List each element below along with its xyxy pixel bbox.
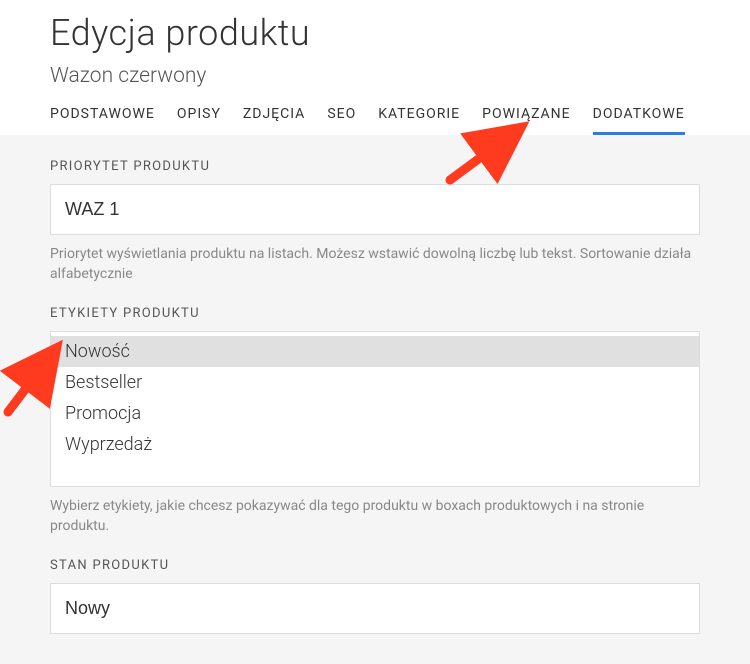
tab-seo[interactable]: SEO xyxy=(327,106,356,135)
etykiety-help: Wybierz etykiety, jakie chcesz pokazywać… xyxy=(50,497,700,536)
stan-input[interactable] xyxy=(50,583,700,634)
list-item[interactable]: Promocja xyxy=(51,398,699,429)
priority-input[interactable] xyxy=(50,184,700,235)
list-item[interactable]: Bestseller xyxy=(51,367,699,398)
product-name-subtitle: Wazon czerwony xyxy=(50,64,700,88)
priority-help: Priorytet wyświetlania produktu na lista… xyxy=(50,245,700,284)
etykiety-listbox[interactable]: Nowość Bestseller Promocja Wyprzedaż xyxy=(50,331,700,487)
tab-opisy[interactable]: OPISY xyxy=(177,106,221,135)
list-item[interactable]: Nowość xyxy=(51,336,699,367)
tab-powiazane[interactable]: POWIĄZANE xyxy=(482,106,571,135)
tab-podstawowe[interactable]: PODSTAWOWE xyxy=(50,106,155,135)
tabs-bar: PODSTAWOWE OPISY ZDJĘCIA SEO KATEGORIE P… xyxy=(50,106,700,135)
page-title: Edycja produktu xyxy=(50,12,700,54)
tab-dodatkowe[interactable]: DODATKOWE xyxy=(593,106,685,135)
list-item[interactable]: Wyprzedaż xyxy=(51,429,699,460)
etykiety-label: ETYKIETY PRODUKTU xyxy=(50,306,700,321)
tab-kategorie[interactable]: KATEGORIE xyxy=(378,106,460,135)
tab-zdjecia[interactable]: ZDJĘCIA xyxy=(243,106,305,135)
priority-label: PRIORYTET PRODUKTU xyxy=(50,159,700,174)
stan-label: STAN PRODUKTU xyxy=(50,558,700,573)
